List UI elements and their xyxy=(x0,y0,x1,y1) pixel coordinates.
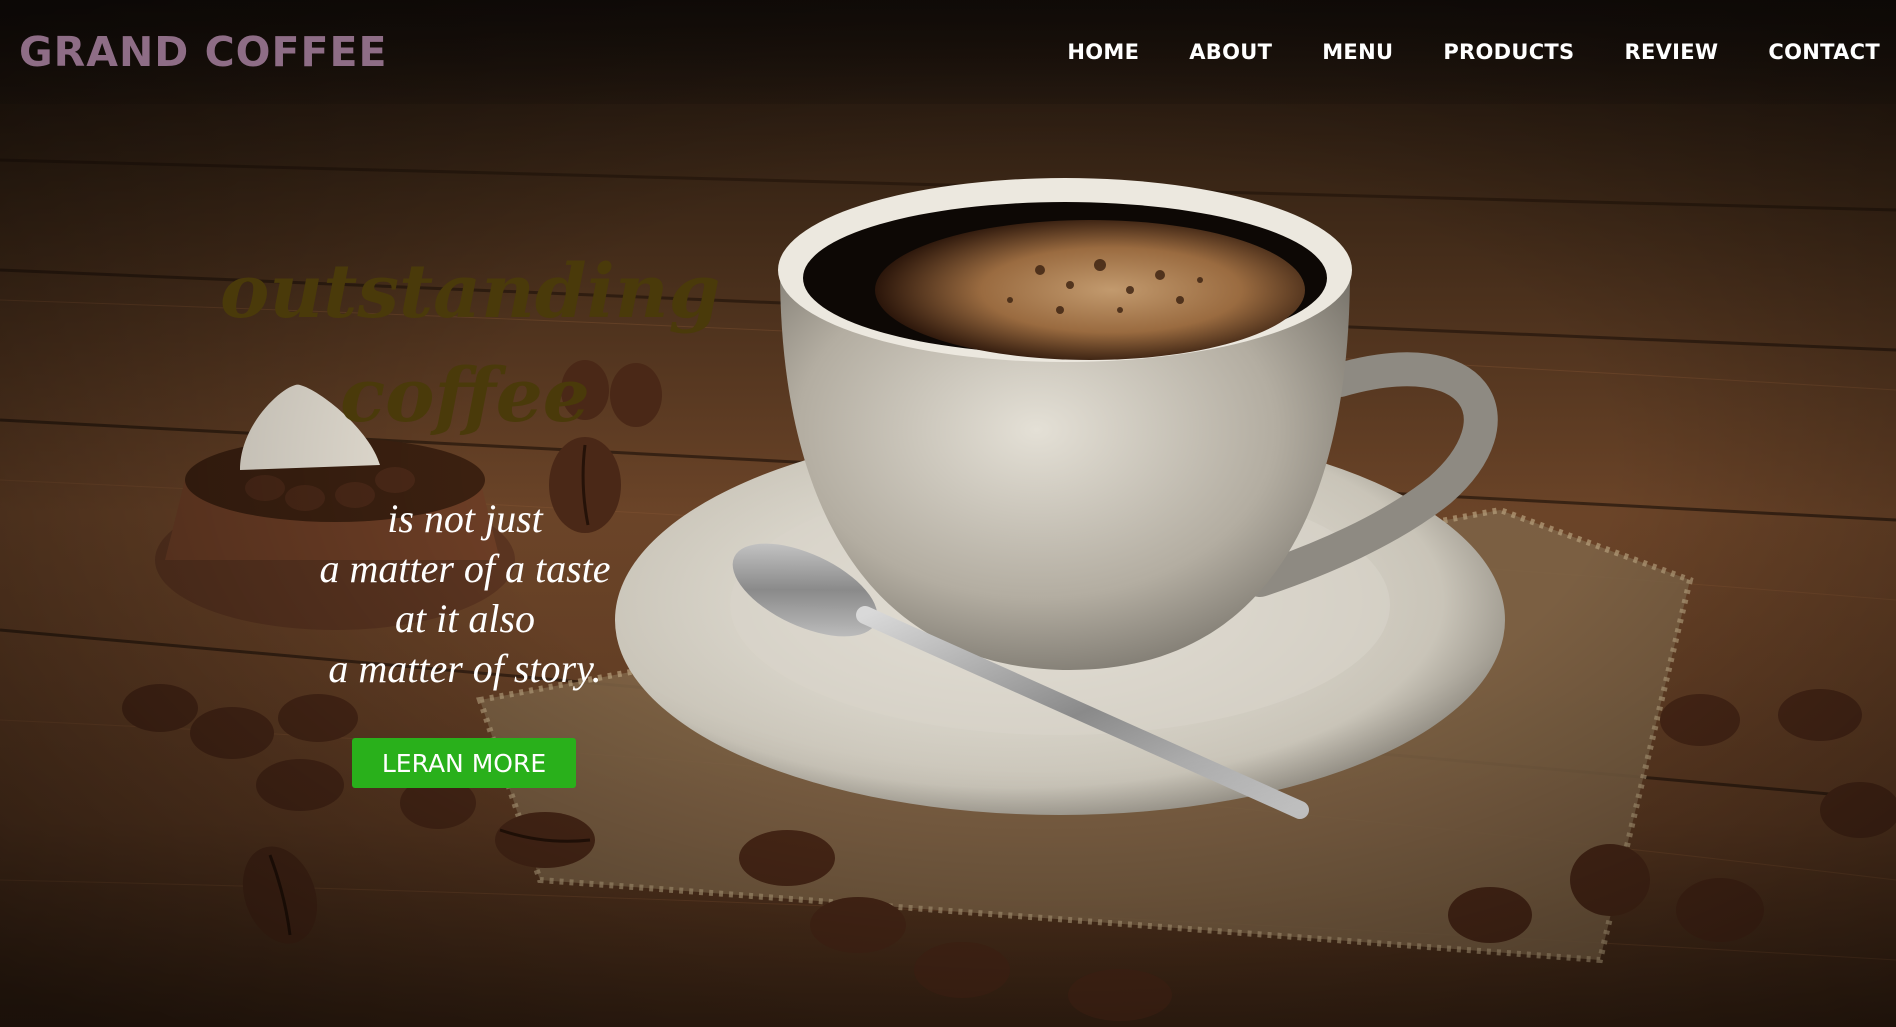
nav-item-contact[interactable]: CONTACT xyxy=(1768,40,1880,64)
hero-tagline: is not just a matter of a taste at it al… xyxy=(220,494,710,694)
tagline-line-3: at it also xyxy=(394,596,536,641)
hero-text-block: outstanding coffee is not just a matter … xyxy=(220,240,721,694)
learn-more-button[interactable]: LERAN MORE xyxy=(352,738,576,788)
main-nav: HOME ABOUT MENU PRODUCTS REVIEW CONTACT xyxy=(1067,40,1880,64)
brand-logo[interactable]: GRAND COFFEE xyxy=(19,28,388,76)
hero-headline: outstanding coffee xyxy=(220,240,721,448)
nav-item-home[interactable]: HOME xyxy=(1067,40,1139,64)
headline-line-1: outstanding xyxy=(220,249,721,335)
nav-item-menu[interactable]: MENU xyxy=(1322,40,1393,64)
nav-item-about[interactable]: ABOUT xyxy=(1189,40,1272,64)
top-navbar: GRAND COFFEE HOME ABOUT MENU PRODUCTS RE… xyxy=(0,0,1896,104)
tagline-line-1: is not just xyxy=(387,496,543,541)
headline-line-2: coffee xyxy=(340,353,590,439)
tagline-line-2: a matter of a taste xyxy=(319,546,611,591)
tagline-line-4: a matter of story. xyxy=(328,646,602,691)
nav-item-products[interactable]: PRODUCTS xyxy=(1443,40,1574,64)
nav-item-review[interactable]: REVIEW xyxy=(1624,40,1718,64)
